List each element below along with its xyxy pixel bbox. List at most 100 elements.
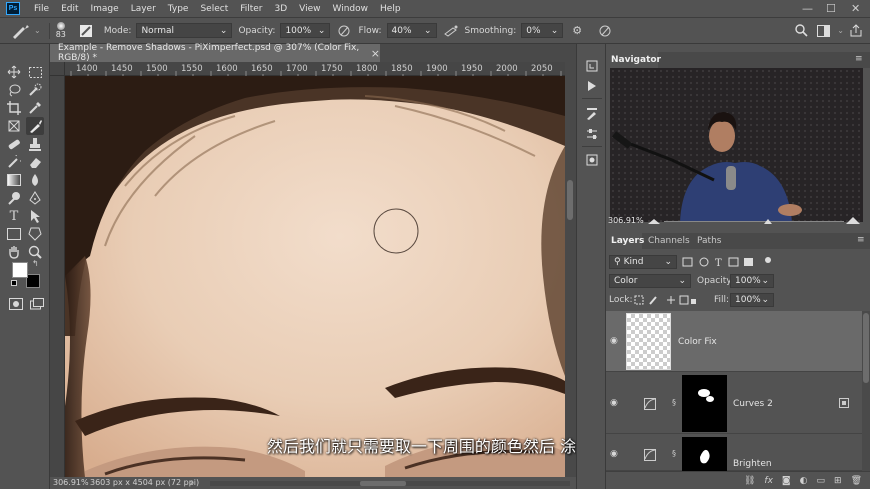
brush-tool-preset[interactable] bbox=[6, 20, 34, 42]
pen-tool-icon[interactable] bbox=[27, 190, 43, 206]
layer-name[interactable]: Curves 2 bbox=[733, 399, 773, 409]
hand-tool-icon[interactable] bbox=[6, 244, 22, 260]
brush-settings-icon[interactable] bbox=[78, 23, 94, 39]
tab-paths[interactable]: Paths bbox=[697, 236, 721, 246]
history-brush-tool-icon[interactable] bbox=[6, 154, 22, 170]
blur-tool-icon[interactable] bbox=[27, 172, 43, 188]
path-selection-tool-icon[interactable] bbox=[27, 208, 43, 224]
menu-edit[interactable]: Edit bbox=[55, 4, 84, 14]
layer-row-curves-2[interactable]: ◉ § Curves 2 bbox=[606, 373, 862, 434]
adjustment-layer-icon[interactable]: ◐ bbox=[800, 476, 808, 486]
navigator-zoom-slider[interactable] bbox=[646, 216, 864, 226]
photoshop-logo-icon[interactable]: Ps bbox=[6, 2, 20, 15]
dodge-tool-icon[interactable] bbox=[6, 190, 22, 206]
eyedropper-tool-icon[interactable] bbox=[27, 100, 43, 116]
trash-icon[interactable]: 🗑 bbox=[851, 476, 862, 486]
menu-image[interactable]: Image bbox=[85, 4, 125, 14]
panel-menu-icon[interactable]: ≡ bbox=[857, 235, 865, 245]
background-color-swatch[interactable] bbox=[26, 274, 40, 288]
quick-mask-icon[interactable] bbox=[8, 296, 24, 312]
menu-filter[interactable]: Filter bbox=[234, 4, 268, 14]
move-tool-icon[interactable] bbox=[6, 64, 22, 80]
panel-menu-icon[interactable]: ≡ bbox=[855, 54, 863, 64]
libraries-panel-icon[interactable] bbox=[585, 153, 599, 167]
link-icon[interactable]: § bbox=[672, 398, 676, 407]
tab-channels[interactable]: Channels bbox=[648, 236, 690, 246]
link-layers-icon[interactable]: ⛓ bbox=[744, 476, 755, 486]
rectangle-tool-icon[interactable] bbox=[6, 226, 22, 242]
layer-mask-thumbnail[interactable] bbox=[682, 437, 727, 471]
maximize-button[interactable]: ☐ bbox=[826, 2, 836, 15]
close-tab-icon[interactable]: × bbox=[371, 47, 380, 60]
custom-shape-tool-icon[interactable] bbox=[27, 226, 43, 242]
default-colors-icon[interactable] bbox=[11, 280, 17, 286]
zoom-level[interactable]: 306.91% bbox=[53, 478, 89, 487]
document-tab[interactable]: Example - Remove Shadows - PiXimperfect.… bbox=[50, 43, 380, 63]
lock-icons[interactable] bbox=[634, 294, 696, 306]
navigator-thumbnail[interactable] bbox=[610, 68, 863, 222]
layer-name[interactable]: Color Fix bbox=[678, 337, 717, 347]
screen-mode-icon[interactable] bbox=[29, 296, 45, 312]
frame-tool-icon[interactable] bbox=[6, 118, 22, 134]
history-panel-icon[interactable] bbox=[585, 59, 599, 73]
hscroll-thumb[interactable] bbox=[360, 481, 406, 486]
brush-size-picker[interactable]: 83 bbox=[56, 22, 66, 39]
pressure-size-icon[interactable] bbox=[597, 23, 613, 39]
menu-select[interactable]: Select bbox=[194, 4, 234, 14]
mode-select[interactable]: Normal ⌄ bbox=[136, 23, 233, 38]
menu-view[interactable]: View bbox=[293, 4, 326, 14]
brush-panel-icon[interactable] bbox=[585, 107, 599, 121]
type-tool-icon[interactable]: T bbox=[6, 208, 22, 224]
layer-opacity-input[interactable]: 100% ⌄ bbox=[730, 274, 774, 288]
menu-3d[interactable]: 3D bbox=[269, 4, 294, 14]
vertical-scrollbar[interactable] bbox=[565, 62, 576, 477]
healing-brush-tool-icon[interactable] bbox=[6, 136, 22, 152]
blend-mode-select[interactable]: Color ⌄ bbox=[609, 274, 691, 288]
eye-icon[interactable]: ◉ bbox=[610, 449, 618, 459]
lasso-tool-icon[interactable] bbox=[6, 82, 22, 98]
zoom-tool-icon[interactable] bbox=[27, 244, 43, 260]
layer-name[interactable]: Brighten bbox=[733, 459, 772, 469]
close-button[interactable]: ✕ bbox=[851, 2, 860, 15]
menu-file[interactable]: File bbox=[28, 4, 55, 14]
eraser-tool-icon[interactable] bbox=[27, 154, 43, 170]
layers-scrollbar[interactable] bbox=[862, 311, 870, 471]
adjustments-panel-icon[interactable] bbox=[585, 127, 599, 141]
status-menu-icon[interactable]: › bbox=[190, 478, 193, 487]
eye-icon[interactable]: ◉ bbox=[610, 336, 618, 346]
menu-help[interactable]: Help bbox=[374, 4, 407, 14]
flow-input[interactable]: 40% ⌄ bbox=[386, 23, 437, 38]
minimize-button[interactable]: — bbox=[802, 2, 813, 15]
gear-icon[interactable]: ⚙ bbox=[569, 23, 585, 39]
add-mask-icon[interactable]: ◙ bbox=[782, 476, 791, 486]
filter-kind-select[interactable]: ⚲ Kind ⌄ bbox=[609, 255, 677, 269]
menu-layer[interactable]: Layer bbox=[125, 4, 162, 14]
scrollbar-thumb[interactable] bbox=[863, 313, 869, 383]
workspace-icon[interactable] bbox=[815, 23, 831, 39]
brush-tool-icon[interactable] bbox=[26, 117, 44, 135]
horizontal-scrollbar[interactable] bbox=[210, 481, 570, 486]
scrollbar-thumb[interactable] bbox=[567, 180, 573, 220]
fx-button[interactable]: fx bbox=[764, 476, 773, 486]
airbrush-icon[interactable] bbox=[443, 23, 459, 39]
menu-type[interactable]: Type bbox=[162, 4, 195, 14]
new-layer-icon[interactable]: ⊞ bbox=[834, 476, 842, 486]
actions-panel-icon[interactable] bbox=[585, 79, 599, 93]
marquee-tool-icon[interactable] bbox=[27, 64, 43, 80]
layer-row-color-fix[interactable]: ◉ Color Fix bbox=[606, 311, 862, 372]
document-canvas[interactable] bbox=[65, 76, 565, 477]
smoothing-input[interactable]: 0% ⌄ bbox=[521, 23, 564, 38]
navigator-zoom-value[interactable]: 306.91% bbox=[608, 216, 644, 225]
crop-tool-icon[interactable] bbox=[6, 100, 22, 116]
new-group-icon[interactable]: ▭ bbox=[817, 476, 826, 486]
chevron-down-icon[interactable]: ⌄ bbox=[837, 26, 844, 35]
menu-window[interactable]: Window bbox=[327, 4, 375, 14]
eye-icon[interactable]: ◉ bbox=[610, 398, 618, 408]
layer-filter-icons[interactable]: T bbox=[682, 256, 778, 268]
share-icon[interactable] bbox=[848, 23, 864, 39]
layer-row-brighten[interactable]: ◉ § Brighten bbox=[606, 435, 862, 471]
opacity-input[interactable]: 100% ⌄ bbox=[280, 23, 331, 38]
quick-selection-tool-icon[interactable] bbox=[27, 82, 43, 98]
link-icon[interactable]: § bbox=[672, 449, 676, 458]
gradient-tool-icon[interactable] bbox=[6, 172, 22, 188]
